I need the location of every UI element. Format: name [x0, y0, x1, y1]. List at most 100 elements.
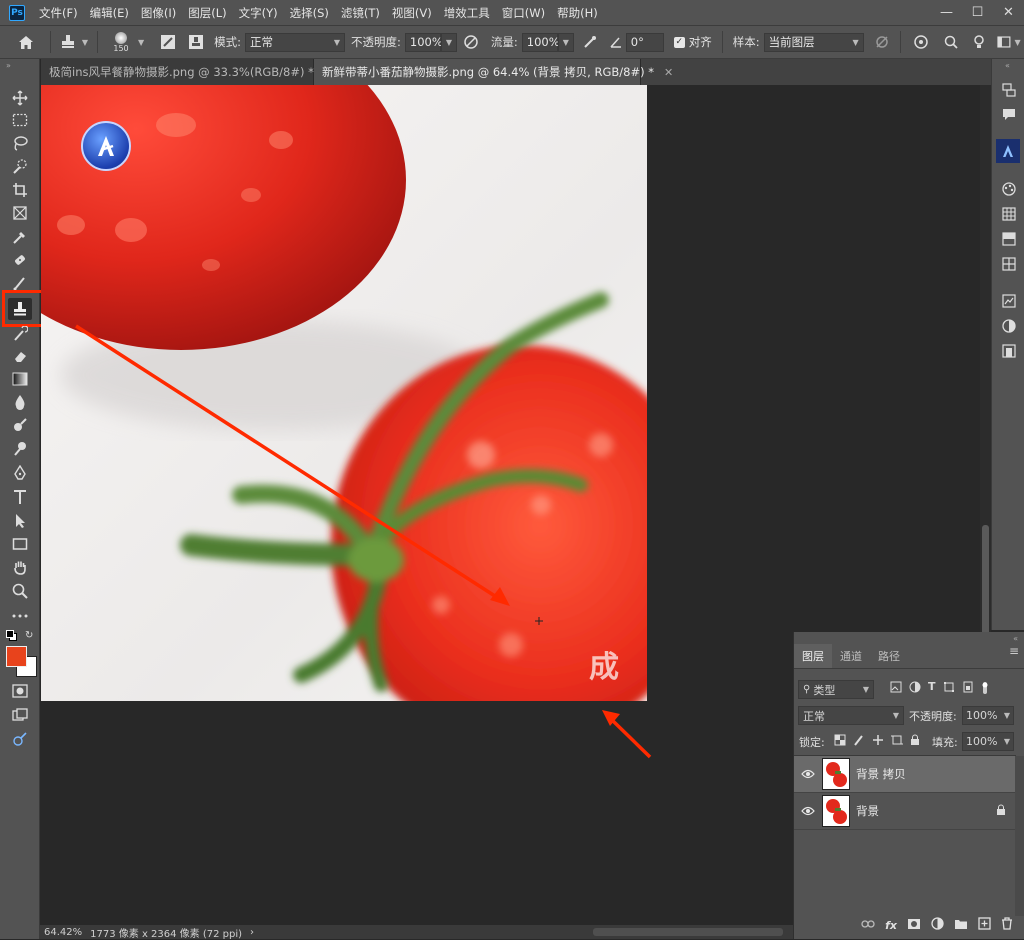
gradient-tool-icon[interactable] — [8, 368, 32, 390]
minimize-button[interactable]: — — [931, 0, 962, 25]
properties-panel-icon[interactable] — [1000, 292, 1018, 310]
lock-icon[interactable] — [996, 804, 1006, 819]
menu-image[interactable]: 图像(I) — [135, 5, 182, 21]
menu-select[interactable]: 选择(S) — [284, 5, 335, 21]
workspace-icon[interactable]: ▼ — [997, 31, 1021, 53]
layer-filter-select[interactable]: ⚲ 类型 ▼ — [798, 680, 874, 699]
brush-settings-icon[interactable] — [158, 31, 178, 53]
lock-all-icon[interactable] — [910, 734, 920, 749]
fill-input[interactable]: 100% ▼ — [962, 732, 1014, 751]
tab-paths[interactable]: 路径 — [870, 644, 908, 668]
marquee-tool-icon[interactable] — [8, 109, 32, 131]
angle-input[interactable]: 0° — [625, 32, 664, 52]
collapse-toolbar-icon[interactable]: » — [6, 61, 11, 70]
clone-stamp-preset-icon[interactable]: ▼ — [57, 31, 91, 53]
screen-mode-icon[interactable] — [8, 704, 32, 726]
default-colors-icon[interactable] — [6, 630, 17, 641]
zoom-level[interactable]: 64.42% — [44, 927, 82, 938]
foreground-color-swatch[interactable] — [6, 646, 27, 667]
history-panel-icon[interactable] — [1000, 81, 1018, 99]
quick-mask-icon[interactable] — [8, 680, 32, 702]
status-menu-arrow[interactable]: › — [250, 927, 254, 938]
menu-file[interactable]: 文件(F) — [33, 5, 84, 21]
layers-scrollbar[interactable] — [1015, 756, 1024, 916]
lock-pixels-icon[interactable] — [853, 734, 865, 749]
patterns-panel-icon[interactable] — [1000, 255, 1018, 273]
color-panel-icon[interactable] — [1000, 180, 1018, 198]
path-select-tool-icon[interactable] — [8, 510, 32, 532]
rectangle-tool-icon[interactable] — [8, 533, 32, 555]
zoom-tool-icon[interactable] — [8, 580, 32, 602]
swatches-panel-icon[interactable] — [1000, 205, 1018, 223]
dodge-tool-icon[interactable] — [8, 414, 32, 436]
dodge-burn-tool-icon[interactable] — [8, 438, 32, 460]
lock-position-icon[interactable] — [872, 734, 884, 749]
hand-tool-icon[interactable] — [8, 556, 32, 578]
aligned-checkbox[interactable]: ✓ 对齐 — [673, 34, 712, 50]
new-layer-icon[interactable] — [978, 917, 991, 933]
collapse-dock-icon[interactable]: « — [1005, 61, 1010, 70]
move-tool-icon[interactable] — [8, 87, 32, 109]
menu-window[interactable]: 窗口(W) — [496, 5, 551, 21]
libraries-panel-icon[interactable] — [1000, 342, 1018, 360]
maximize-button[interactable]: ☐ — [962, 0, 993, 25]
layer-opacity-input[interactable]: 100% ▼ — [962, 706, 1014, 725]
opacity-input[interactable]: 100% — [404, 32, 443, 52]
horizontal-scrollbar[interactable] — [593, 928, 783, 936]
lightbulb-icon[interactable] — [969, 31, 989, 53]
close-button[interactable]: ✕ — [993, 0, 1024, 25]
search-icon[interactable] — [941, 31, 961, 53]
filter-pixel-icon[interactable] — [890, 681, 902, 698]
more-tools-icon[interactable] — [8, 605, 32, 627]
filter-smart-object-icon[interactable] — [962, 681, 974, 698]
menu-view[interactable]: 视图(V) — [386, 5, 438, 21]
brush-chevron-icon[interactable]: ▼ — [138, 38, 144, 47]
pressure-size-icon[interactable] — [911, 31, 931, 53]
comments-panel-icon[interactable] — [1000, 106, 1018, 124]
close-icon[interactable]: ✕ — [664, 66, 673, 79]
sample-select[interactable]: 当前图层 ▼ — [763, 32, 864, 52]
adjustments-panel-icon[interactable] — [1000, 317, 1018, 335]
crop-tool-icon[interactable] — [8, 179, 32, 201]
layer-row-background-copy[interactable]: 背景 拷贝 — [794, 756, 1016, 793]
blend-mode-select[interactable]: 正常 ▼ — [798, 706, 904, 725]
tab-tomato-doc[interactable]: 新鲜带蒂小番茄静物摄影.png @ 64.4% (背景 拷贝, RGB/8#) … — [314, 59, 673, 85]
tab-channels[interactable]: 通道 — [832, 644, 870, 668]
lasso-tool-icon[interactable] — [8, 132, 32, 154]
frame-tool-icon[interactable] — [8, 202, 32, 224]
healing-brush-tool-icon[interactable] — [8, 249, 32, 271]
adjustment-icon[interactable] — [931, 917, 944, 933]
blur-tool-icon[interactable] — [8, 391, 32, 413]
menu-plugins[interactable]: 增效工具 — [438, 5, 496, 21]
type-tool-icon[interactable] — [8, 486, 32, 508]
tab-breakfast-doc[interactable]: 极简ins风早餐静物摄影.png @ 33.3%(RGB/8#) * ✕ — [41, 59, 333, 85]
opacity-dropdown[interactable]: ▼ — [440, 32, 457, 52]
ignore-adjustment-icon[interactable] — [872, 31, 892, 53]
visibility-eye-icon[interactable] — [794, 806, 822, 816]
lock-artboard-icon[interactable] — [891, 734, 903, 749]
brush-size-picker[interactable]: 150 — [108, 31, 134, 53]
menu-filter[interactable]: 滤镜(T) — [335, 5, 386, 21]
filter-type-icon[interactable]: T — [928, 681, 936, 698]
layer-row-background[interactable]: 背景 — [794, 793, 1016, 830]
home-icon[interactable] — [16, 31, 36, 53]
lock-transparent-icon[interactable] — [834, 734, 846, 749]
menu-edit[interactable]: 编辑(E) — [84, 5, 135, 21]
clone-source-icon[interactable] — [186, 31, 206, 53]
filter-toggle-icon[interactable] — [981, 681, 989, 698]
document-canvas[interactable]: 成 — [41, 85, 647, 701]
visibility-eye-icon[interactable] — [794, 769, 822, 779]
tab-layers[interactable]: 图层 — [794, 644, 832, 668]
mode-select[interactable]: 正常 ▼ — [245, 32, 346, 52]
panel-menu-icon[interactable]: ≡ — [1009, 644, 1024, 668]
pressure-opacity-icon[interactable] — [461, 31, 481, 53]
link-icon[interactable] — [861, 918, 875, 932]
filter-shape-icon[interactable] — [943, 681, 955, 698]
gradients-panel-icon[interactable] — [1000, 230, 1018, 248]
menu-type[interactable]: 文字(Y) — [233, 5, 284, 21]
quick-select-tool-icon[interactable] — [8, 155, 32, 177]
pen-tool-icon[interactable] — [8, 462, 32, 484]
menu-layer[interactable]: 图层(L) — [182, 5, 232, 21]
edit-toolbar-icon[interactable] — [8, 728, 32, 750]
flow-dropdown[interactable]: ▼ — [557, 32, 574, 52]
